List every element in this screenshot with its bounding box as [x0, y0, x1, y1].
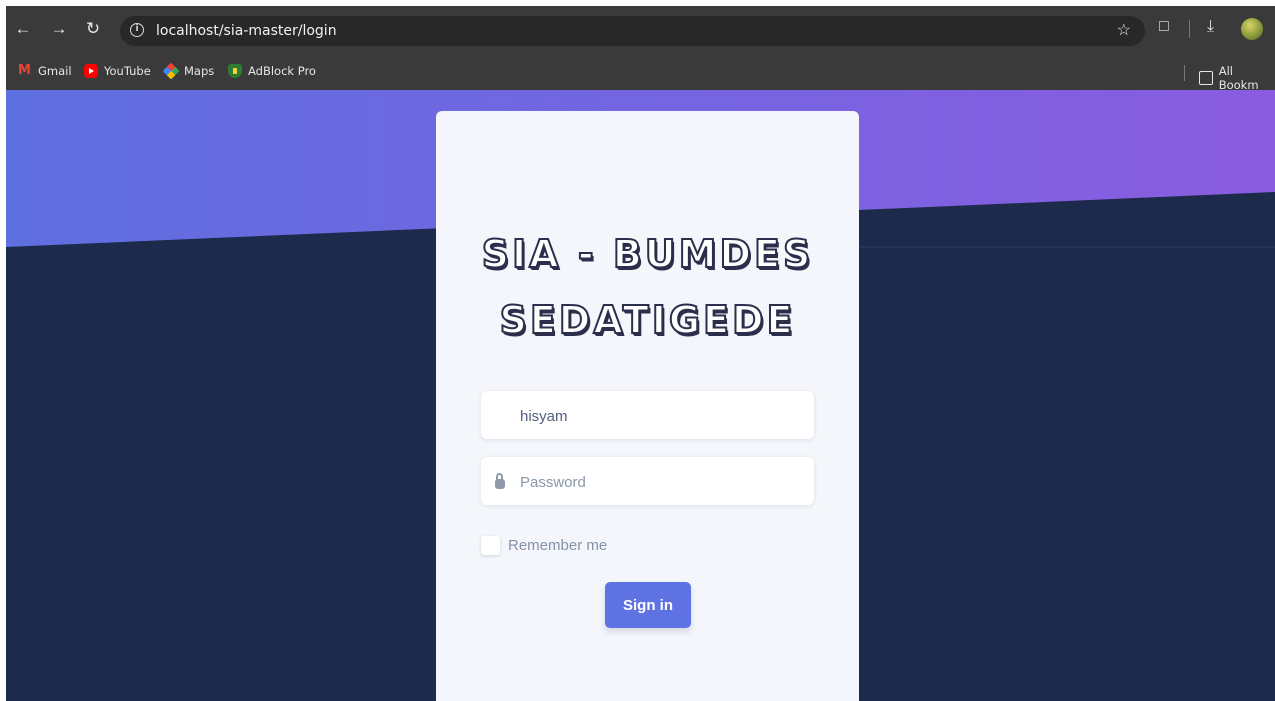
username-input[interactable]: [518, 391, 807, 441]
username-field[interactable]: [481, 391, 814, 441]
all-bookmarks[interactable]: All Bookm: [1199, 64, 1275, 92]
address-bar[interactable]: i localhost/sia-master/login ☆: [120, 16, 1145, 46]
bookmarks-bar: M Gmail YouTube Maps AdBlock Pro All Boo…: [6, 54, 1275, 92]
bookmark-star-icon[interactable]: ☆: [1117, 20, 1131, 40]
bookmark-label: AdBlock Pro: [248, 64, 316, 78]
bookmark-youtube[interactable]: YouTube: [84, 64, 151, 78]
browser-chrome: ← → ↻ i localhost/sia-master/login ☆ □ ⤓…: [6, 6, 1275, 92]
password-input[interactable]: [518, 457, 807, 507]
bookmark-adblock[interactable]: AdBlock Pro: [228, 64, 316, 78]
app-logo-title: SIA - BUMDES SEDATIGEDE: [436, 221, 859, 353]
app-title-line1: SIA - BUMDES: [481, 231, 814, 277]
browser-toolbar: ← → ↻ i localhost/sia-master/login ☆ □ ⤓: [6, 6, 1275, 54]
youtube-icon: [84, 64, 98, 78]
bookmark-gmail[interactable]: M Gmail: [18, 63, 72, 79]
all-bookmarks-label: All Bookm: [1218, 64, 1259, 92]
remember-me[interactable]: Remember me: [481, 536, 607, 555]
bookmark-label: YouTube: [104, 64, 151, 78]
bookmark-label: Maps: [184, 64, 215, 78]
download-icon[interactable]: ⤓: [1207, 18, 1214, 36]
gmail-icon: M: [18, 63, 31, 78]
password-field[interactable]: [481, 457, 814, 507]
page-viewport: SIA - BUMDES SEDATIGEDE Remember me Sign…: [6, 90, 1275, 701]
maps-icon: [162, 62, 180, 80]
adblock-icon: [228, 64, 242, 78]
toolbar-divider: [1189, 20, 1190, 38]
bookmark-label: Gmail: [38, 64, 72, 78]
remember-checkbox[interactable]: [481, 536, 500, 555]
profile-avatar[interactable]: [1241, 18, 1263, 40]
bookmarks-divider: [1184, 65, 1185, 81]
site-info-icon[interactable]: i: [130, 23, 144, 37]
reload-icon[interactable]: ↻: [80, 16, 106, 42]
bookmark-maps[interactable]: Maps: [162, 62, 215, 80]
folder-icon: [1199, 71, 1213, 85]
back-arrow-icon[interactable]: ←: [10, 16, 36, 42]
address-url: localhost/sia-master/login: [156, 23, 337, 39]
sign-in-button[interactable]: Sign in: [605, 582, 691, 628]
remember-label: Remember me: [508, 537, 608, 554]
forward-arrow-icon[interactable]: →: [46, 16, 72, 42]
extensions-icon[interactable]: □: [1159, 18, 1169, 36]
app-title-line2: SEDATIGEDE: [498, 297, 796, 343]
login-card: SIA - BUMDES SEDATIGEDE Remember me Sign…: [436, 111, 859, 701]
